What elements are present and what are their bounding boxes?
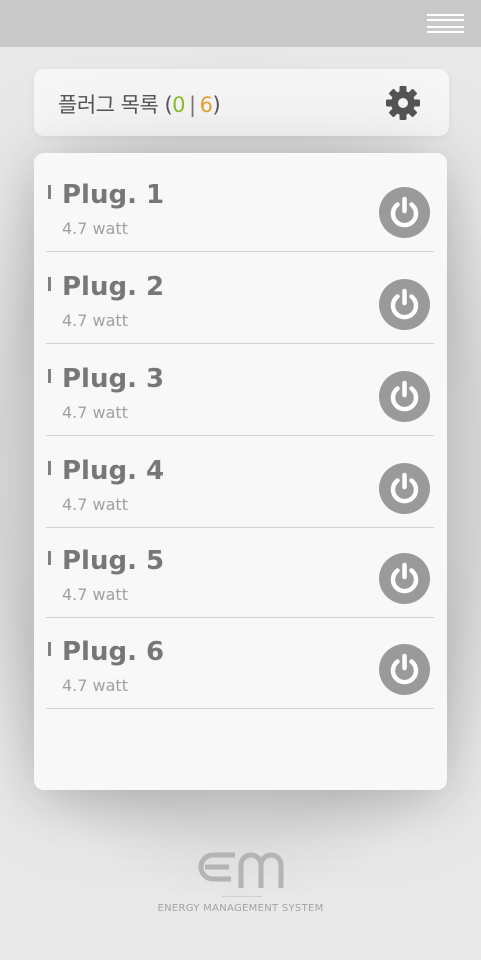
plug-name: Plug. 4 xyxy=(62,456,165,486)
plug-power: 4.7 watt xyxy=(62,585,128,604)
plug-row-5[interactable]: Plug. 5 4.7 watt xyxy=(46,526,434,618)
count-close: ) xyxy=(212,93,221,117)
plug-name: Plug. 3 xyxy=(62,364,165,394)
plug-list-header: 플러그 목록 (0 | 6) xyxy=(34,69,449,136)
plug-name: Plug. 5 xyxy=(62,546,165,576)
power-icon[interactable] xyxy=(379,371,430,422)
row-marker xyxy=(48,551,51,565)
plug-row-2[interactable]: Plug. 2 4.7 watt xyxy=(46,252,434,344)
plug-row-3[interactable]: Plug. 3 4.7 watt xyxy=(46,344,434,436)
total-count: 6 xyxy=(199,93,213,117)
gear-icon[interactable] xyxy=(385,85,421,121)
page-title: 플러그 목록 (0 | 6) xyxy=(58,89,221,119)
power-icon[interactable] xyxy=(379,279,430,330)
row-marker xyxy=(48,461,51,475)
plug-power: 4.7 watt xyxy=(62,676,128,695)
count-open: ( xyxy=(158,93,173,117)
plug-power: 4.7 watt xyxy=(62,311,128,330)
plug-name: Plug. 2 xyxy=(62,272,165,302)
row-marker xyxy=(48,277,51,291)
em-logo xyxy=(195,842,287,892)
menu-line xyxy=(427,19,464,21)
power-icon[interactable] xyxy=(379,463,430,514)
footer-tagline: ENERGY MANAGEMENT SYSTEM xyxy=(157,903,324,914)
count-separator: | xyxy=(189,93,196,117)
plug-row-1[interactable]: Plug. 1 4.7 watt xyxy=(46,160,434,252)
row-marker xyxy=(48,642,51,656)
plug-power: 4.7 watt xyxy=(62,403,128,422)
plug-power: 4.7 watt xyxy=(62,495,128,514)
plug-power: 4.7 watt xyxy=(62,219,128,238)
menu-line xyxy=(427,26,464,28)
plug-row-4[interactable]: Plug. 4 4.7 watt xyxy=(46,436,434,528)
power-icon[interactable] xyxy=(379,553,430,604)
active-count: 0 xyxy=(172,93,186,117)
plug-name: Plug. 6 xyxy=(62,637,165,667)
power-icon[interactable] xyxy=(379,644,430,695)
hamburger-menu-icon[interactable] xyxy=(427,13,464,35)
footer-divider xyxy=(222,896,262,897)
row-marker xyxy=(48,185,51,199)
plug-list: Plug. 1 4.7 watt Plug. 2 4.7 watt Plug. … xyxy=(34,153,447,790)
menu-line xyxy=(427,31,464,33)
plug-row-6[interactable]: Plug. 6 4.7 watt xyxy=(46,617,434,709)
top-bar xyxy=(0,0,481,47)
row-marker xyxy=(48,369,51,383)
plug-name: Plug. 1 xyxy=(62,180,165,210)
power-icon[interactable] xyxy=(379,187,430,238)
title-text: 플러그 목록 xyxy=(58,93,159,117)
menu-line xyxy=(427,14,464,16)
